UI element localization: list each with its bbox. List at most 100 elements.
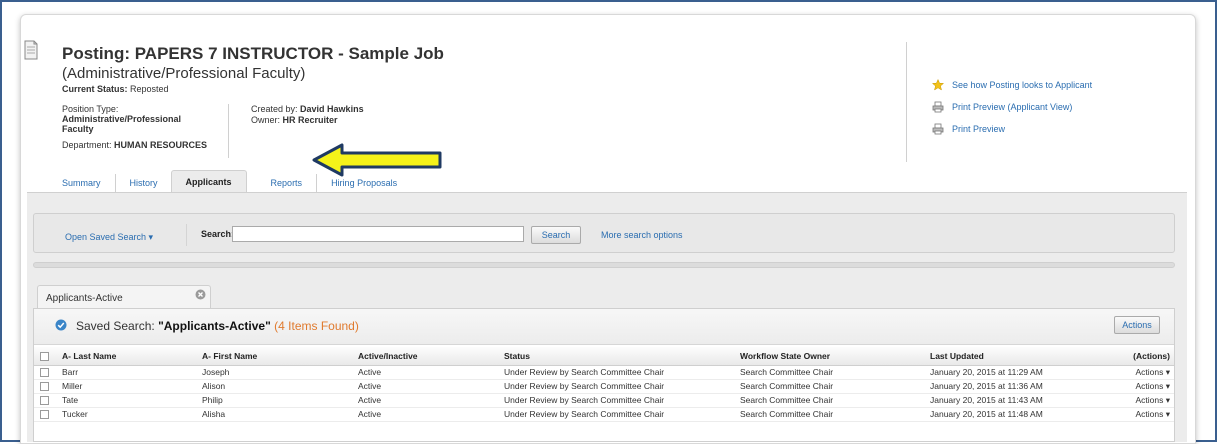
row-actions-dropdown[interactable]: Actions ▾	[1118, 365, 1174, 380]
applicant-status: Under Review by Search Committee Chair	[500, 393, 736, 408]
row-checkbox[interactable]	[40, 382, 49, 392]
tab-history[interactable]: History	[116, 174, 172, 192]
print-preview-applicant-link[interactable]: Print Preview (Applicant View)	[932, 96, 1092, 118]
owner-meta: Created by: David Hawkins Owner: HR Recr…	[251, 104, 364, 126]
owner-label: Owner:	[251, 115, 281, 125]
row-actions-dropdown[interactable]: Actions ▾	[1118, 407, 1174, 422]
applicant-status: Under Review by Search Committee Chair	[500, 407, 736, 422]
applicant-first-name: Alison	[198, 379, 354, 394]
table-row: Miller Alison Active Under Review by Sea…	[34, 379, 1174, 394]
open-saved-search-dropdown[interactable]: Open Saved Search ▾	[65, 232, 153, 243]
status-value: Reposted	[130, 84, 169, 94]
select-all-checkbox[interactable]	[40, 351, 49, 361]
row-checkbox[interactable]	[40, 368, 49, 378]
applicant-first-name: Joseph	[198, 365, 354, 380]
applicant-active: Active	[354, 365, 500, 380]
col-last-name[interactable]: A- Last Name	[58, 347, 198, 366]
row-select-cell	[34, 379, 58, 394]
applicant-last-name-link[interactable]: Tate	[58, 393, 198, 408]
divider	[228, 104, 229, 158]
applicant-last-name-link[interactable]: Miller	[58, 379, 198, 394]
tab-hiring-proposals[interactable]: Hiring Proposals	[317, 174, 411, 192]
tab-bar: Summary History Applicants Reports Hirin…	[62, 170, 411, 192]
applicant-updated: January 20, 2015 at 11:36 AM	[926, 379, 1118, 394]
position-type-label: Position Type:	[62, 104, 119, 114]
document-icon	[24, 40, 38, 60]
printer-icon	[932, 101, 944, 113]
tab-applicants[interactable]: Applicants	[170, 170, 247, 192]
print-preview-link[interactable]: Print Preview	[932, 118, 1092, 140]
check-badge-icon	[55, 319, 67, 331]
col-first-name[interactable]: A- First Name	[198, 347, 354, 366]
applicant-status: Under Review by Search Committee Chair	[500, 365, 736, 380]
table-row: Barr Joseph Active Under Review by Searc…	[34, 365, 1174, 380]
row-actions-dropdown[interactable]: Actions ▾	[1118, 379, 1174, 394]
results-panel: Saved Search: "Applicants-Active" (4 Ite…	[33, 308, 1175, 442]
applicant-updated: January 20, 2015 at 11:43 AM	[926, 393, 1118, 408]
search-label: Search:	[201, 229, 235, 239]
bulk-actions-button[interactable]: Actions	[1114, 316, 1160, 334]
applicant-last-name-link[interactable]: Tucker	[58, 407, 198, 422]
status-label: Current Status:	[62, 84, 128, 94]
applicant-owner: Search Committee Chair	[736, 407, 926, 422]
applicant-owner: Search Committee Chair	[736, 379, 926, 394]
search-bar: Open Saved Search ▾ Search: Search More …	[33, 213, 1175, 253]
created-by-value: David Hawkins	[300, 104, 364, 114]
applicant-owner: Search Committee Chair	[736, 393, 926, 408]
table-header-row: A- Last Name A- First Name Active/Inacti…	[34, 347, 1174, 366]
created-by-label: Created by:	[251, 104, 298, 114]
see-posting-link[interactable]: See how Posting looks to Applicant	[932, 74, 1092, 96]
star-icon	[932, 79, 944, 91]
tab-reports[interactable]: Reports	[257, 174, 318, 192]
items-found-count: (4 Items Found)	[274, 319, 359, 333]
page-title: Posting: PAPERS 7 INSTRUCTOR - Sample Jo…	[62, 44, 444, 63]
print-preview-label: Print Preview	[952, 124, 1006, 134]
divider	[906, 42, 907, 162]
col-last-updated[interactable]: Last Updated	[926, 347, 1118, 366]
owner-value: HR Recruiter	[282, 115, 338, 125]
side-actions: See how Posting looks to Applicant Print…	[932, 74, 1092, 140]
col-workflow-owner[interactable]: Workflow State Owner	[736, 347, 926, 366]
search-button[interactable]: Search	[531, 226, 581, 244]
col-active-inactive[interactable]: Active/Inactive	[354, 347, 500, 366]
applicant-first-name: Philip	[198, 393, 354, 408]
row-checkbox[interactable]	[40, 410, 49, 420]
department-value: HUMAN RESOURCES	[114, 140, 208, 150]
tab-summary[interactable]: Summary	[62, 174, 116, 192]
applicants-table: A- Last Name A- First Name Active/Inacti…	[34, 347, 1174, 422]
saved-search-header: Saved Search: "Applicants-Active" (4 Ite…	[34, 309, 1174, 345]
col-status[interactable]: Status	[500, 347, 736, 366]
col-actions: (Actions)	[1118, 347, 1174, 366]
printer-icon	[932, 123, 944, 135]
saved-search-name: "Applicants-Active"	[158, 319, 271, 333]
page-subtitle: (Administrative/Professional Faculty)	[62, 65, 306, 82]
applicant-active: Active	[354, 407, 500, 422]
print-preview-applicant-label: Print Preview (Applicant View)	[952, 102, 1073, 112]
row-actions-dropdown[interactable]: Actions ▾	[1118, 393, 1174, 408]
saved-prefix: Saved Search:	[76, 319, 155, 333]
row-checkbox[interactable]	[40, 396, 49, 406]
applicant-updated: January 20, 2015 at 11:48 AM	[926, 407, 1118, 422]
row-select-cell	[34, 393, 58, 408]
results-tab[interactable]: Applicants-Active	[37, 285, 211, 309]
divider	[186, 224, 187, 246]
collapsed-panel-bar	[33, 262, 1175, 268]
applicant-updated: January 20, 2015 at 11:29 AM	[926, 365, 1118, 380]
results-tab-label: Applicants-Active	[46, 293, 123, 304]
department-label: Department:	[62, 140, 112, 150]
see-posting-label: See how Posting looks to Applicant	[952, 80, 1093, 90]
current-status: Current Status: Reposted	[62, 84, 169, 94]
applicant-active: Active	[354, 379, 500, 394]
position-type-value: Administrative/Professional Faculty	[62, 114, 182, 134]
search-input[interactable]	[232, 226, 524, 242]
row-select-cell	[34, 407, 58, 422]
applicant-last-name-link[interactable]: Barr	[58, 365, 198, 380]
row-select-cell	[34, 365, 58, 380]
position-meta: Position Type: Administrative/Profession…	[62, 104, 222, 150]
department: Department: HUMAN RESOURCES	[62, 140, 222, 150]
applicant-owner: Search Committee Chair	[736, 365, 926, 380]
close-icon[interactable]	[195, 289, 206, 300]
table-row: Tate Philip Active Under Review by Searc…	[34, 393, 1174, 408]
more-search-options-link[interactable]: More search options	[601, 230, 683, 240]
applicant-first-name: Alisha	[198, 407, 354, 422]
